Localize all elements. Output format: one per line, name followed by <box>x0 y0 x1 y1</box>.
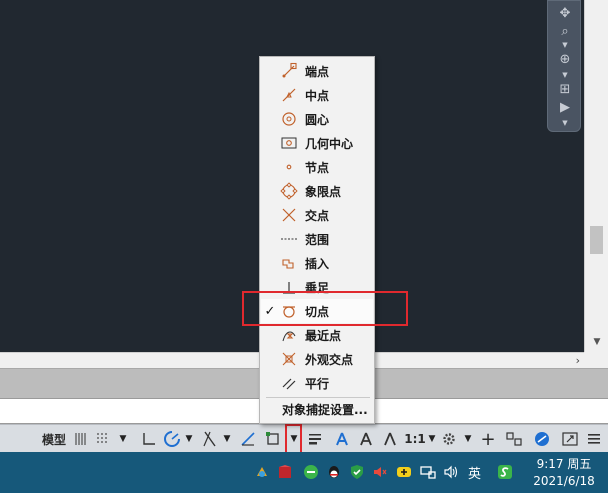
auto-scale-icon[interactable] <box>356 429 376 449</box>
isometric-drafting-icon[interactable] <box>200 429 220 449</box>
chevron-down-icon[interactable]: ▼ <box>560 41 570 49</box>
chevron-down-icon[interactable]: ▼ <box>118 429 128 449</box>
chevron-down-icon[interactable]: ▼ <box>222 429 232 449</box>
menu-divider <box>266 397 370 398</box>
menu-item-label: 节点 <box>305 160 330 175</box>
scale-value[interactable]: 1:1 <box>404 429 426 449</box>
grid-icon[interactable] <box>72 429 90 449</box>
menu-item-nearest[interactable]: 最近点 <box>261 323 373 347</box>
tangent-highlight <box>242 291 408 326</box>
speaker-icon[interactable] <box>443 464 459 480</box>
zoom-icon[interactable]: ⌕ <box>555 23 575 41</box>
menu-item-quadrant[interactable]: 象限点 <box>261 179 373 203</box>
plus-icon[interactable]: + <box>478 429 498 450</box>
ortho-icon[interactable] <box>140 429 158 449</box>
midpoint-icon <box>279 85 299 105</box>
clock-time: 9:17 周五 <box>536 457 592 471</box>
snap-grid-icon[interactable] <box>94 429 112 449</box>
menu-item-intersection[interactable]: 交点 <box>261 203 373 227</box>
menu-item-center[interactable]: 圆心 <box>261 107 373 131</box>
menu-item-label: 象限点 <box>305 184 342 199</box>
menu-item-insertion[interactable]: 插入 <box>261 251 373 275</box>
endpoint-icon <box>279 61 299 81</box>
menu-item-label: 中点 <box>305 88 330 103</box>
isolate-objects-icon[interactable] <box>504 429 524 449</box>
scrollbar-thumb[interactable] <box>590 226 603 254</box>
menu-item-label: 端点 <box>305 64 330 79</box>
menu-item-label: 最近点 <box>305 328 342 343</box>
extension-icon <box>279 229 299 249</box>
annotation-visibility-icon[interactable] <box>332 429 352 449</box>
vertical-scrollbar[interactable]: ▼ <box>584 0 608 354</box>
menu-item-label: 范围 <box>305 232 330 247</box>
object-snap-icon[interactable] <box>264 429 282 449</box>
chevron-down-icon[interactable]: ▼ <box>463 429 473 449</box>
quadrant-icon <box>279 181 299 201</box>
lineweight-icon[interactable] <box>306 429 324 449</box>
chevron-down-icon[interactable]: ▼ <box>427 429 437 449</box>
app-tray-icon[interactable] <box>254 464 270 480</box>
annotation-scale-icon[interactable] <box>380 429 400 449</box>
menu-item-endpoint[interactable]: 端点 <box>261 59 373 83</box>
menu-item-label: 交点 <box>305 208 330 223</box>
sogou-icon[interactable] <box>497 464 513 480</box>
orbit-icon[interactable]: ⊕ <box>555 51 575 69</box>
navigation-bar: ✥ ⌕ ▼ ⊕ ▼ ⊞ ▶ ▼ <box>547 0 581 132</box>
hardware-acceleration-icon[interactable] <box>532 429 552 449</box>
volume-icon[interactable] <box>372 464 388 480</box>
menu-item-extension[interactable]: 范围 <box>261 227 373 251</box>
green-app-icon[interactable] <box>303 464 319 480</box>
center-icon <box>279 109 299 129</box>
pan-icon[interactable]: ✥ <box>555 5 575 23</box>
menu-item-geometric-center[interactable]: 几何中心 <box>261 131 373 155</box>
chevron-down-icon[interactable]: ▼ <box>184 429 194 449</box>
apparent-intersection-icon <box>279 349 299 369</box>
gear-icon[interactable] <box>440 429 458 449</box>
steering-wheel-icon[interactable]: ⊞ <box>555 81 575 99</box>
insertion-icon <box>279 253 299 273</box>
menu-item-label: 平行 <box>305 376 330 391</box>
menu-item-label: 插入 <box>305 256 330 271</box>
scrollbar-corner <box>584 352 608 368</box>
chevron-down-icon[interactable]: ▼ <box>560 119 570 127</box>
nearest-icon <box>279 325 299 345</box>
menu-item-parallel[interactable]: 平行 <box>261 371 373 395</box>
object-snap-settings-item[interactable]: 对象捕捉设置... <box>282 401 368 418</box>
node-icon <box>279 157 299 177</box>
geometric-center-icon <box>279 133 299 153</box>
cube-app-icon[interactable] <box>277 464 293 480</box>
network-icon[interactable] <box>420 464 436 480</box>
intersection-icon <box>279 205 299 225</box>
menu-item-label: 外观交点 <box>305 352 354 367</box>
model-space-button[interactable]: 模型 <box>40 429 68 449</box>
status-bar: 模型 ▼ ▼ ▼ ▼ 1:1 ▼ ▼ + <box>0 424 608 452</box>
menu-item-label: 几何中心 <box>305 136 354 151</box>
polar-tracking-icon[interactable] <box>162 429 182 449</box>
object-snap-menu: 端点 中点 圆心 几何中心 节点 象限点 交点 范围 插入 垂足 ✓ 切点 最近… <box>259 56 375 424</box>
scroll-right-arrow-icon[interactable]: › <box>576 354 580 367</box>
chevron-down-icon[interactable]: ▼ <box>560 71 570 79</box>
showmotion-icon[interactable]: ▶ <box>555 99 575 117</box>
clean-screen-icon[interactable] <box>560 429 580 449</box>
parallel-icon <box>279 373 299 393</box>
yellow-app-icon[interactable] <box>396 464 412 480</box>
menu-item-apparent-intersection[interactable]: 外观交点 <box>261 347 373 371</box>
menu-item-label: 圆心 <box>305 112 330 127</box>
clock[interactable]: 9:17 周五 2021/6/18 <box>528 456 600 490</box>
clock-date: 2021/6/18 <box>533 474 595 488</box>
qq-icon[interactable] <box>326 464 342 480</box>
menu-item-node[interactable]: 节点 <box>261 155 373 179</box>
menu-item-midpoint[interactable]: 中点 <box>261 83 373 107</box>
scroll-down-arrow-icon[interactable]: ▼ <box>591 336 603 348</box>
customization-menu-icon[interactable] <box>584 429 604 449</box>
object-snap-tracking-icon[interactable] <box>238 429 258 449</box>
taskbar: 英 9:17 周五 2021/6/18 <box>0 452 608 493</box>
shield-icon[interactable] <box>349 464 365 480</box>
ime-indicator[interactable]: 英 <box>468 463 481 482</box>
